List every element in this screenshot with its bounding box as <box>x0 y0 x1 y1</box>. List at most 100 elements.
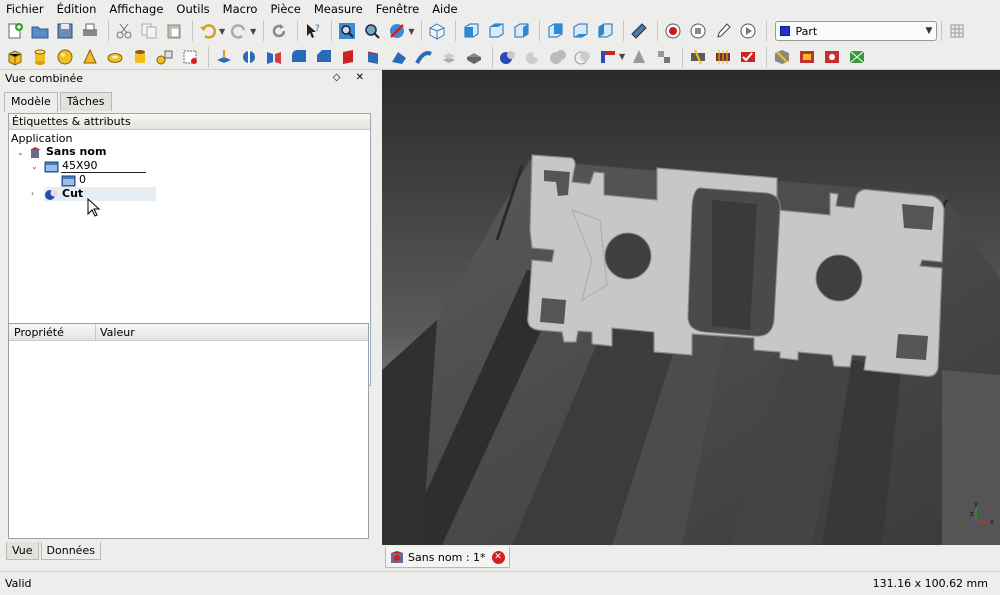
tree-item-45x90[interactable]: 45X90 <box>44 159 98 173</box>
cut-button[interactable] <box>113 20 135 42</box>
property-panel: Propriété Valeur <box>8 323 369 539</box>
view-left-button[interactable] <box>594 20 616 42</box>
collapse-arrow-icon[interactable]: › <box>31 189 34 198</box>
view-bottom-button[interactable] <box>569 20 591 42</box>
part-cylinder-button[interactable] <box>29 46 51 68</box>
expand-arrow-icon[interactable]: ⌄ <box>17 148 24 157</box>
view-right-button[interactable] <box>510 20 532 42</box>
part-torus-button[interactable] <box>104 46 126 68</box>
part-fuse-button[interactable] <box>547 46 569 68</box>
tab-model[interactable]: Modèle <box>4 92 58 112</box>
grid-toggle-button[interactable] <box>946 20 968 42</box>
close-tab-icon[interactable]: ✕ <box>491 550 505 564</box>
workbench-selector[interactable]: Part ▼ <box>775 21 938 41</box>
part-make-face-button[interactable] <box>338 46 360 68</box>
part-common-button[interactable] <box>572 46 594 68</box>
view-isometric-button[interactable] <box>426 20 448 42</box>
menu-affichage[interactable]: Affichage <box>109 2 163 16</box>
menu-piece[interactable]: Pièce <box>270 2 300 16</box>
part-mesh-button[interactable] <box>846 46 868 68</box>
dock-window-buttons[interactable]: ◇ ✕ <box>333 72 370 83</box>
document-tab[interactable]: Sans nom : 1* ✕ <box>385 547 510 568</box>
part-defeaturing-button[interactable] <box>771 46 793 68</box>
value-column-header[interactable]: Valeur <box>96 324 135 340</box>
shape-builder-icon <box>183 50 197 64</box>
tab-tasks[interactable]: Tâches <box>59 92 112 111</box>
part-join-button[interactable] <box>597 46 619 68</box>
part-shape-refine-button[interactable] <box>796 46 818 68</box>
undo-icon <box>200 24 217 39</box>
menu-aide[interactable]: Aide <box>432 2 457 16</box>
boolean-icon <box>500 50 515 64</box>
part-cone-button[interactable] <box>79 46 101 68</box>
part-sphere-button[interactable] <box>54 46 76 68</box>
view-rear-button[interactable] <box>544 20 566 42</box>
tube-primitive-icon <box>135 49 145 63</box>
tree-document[interactable]: Sans nom <box>28 145 106 159</box>
part-split-button[interactable] <box>628 46 650 68</box>
tree-item-0[interactable]: 0 <box>61 173 86 187</box>
macro-execute-button[interactable] <box>737 20 759 42</box>
undo-button[interactable] <box>197 20 219 42</box>
menu-fenetre[interactable]: Fenêtre <box>376 2 419 16</box>
part-mirror-button[interactable] <box>263 46 285 68</box>
ruler-icon <box>631 23 648 39</box>
paste-button[interactable] <box>163 20 185 42</box>
box-primitive-icon <box>8 49 22 66</box>
open-button[interactable] <box>29 20 51 42</box>
part-compound-button[interactable] <box>653 46 675 68</box>
part-check-geometry-button[interactable] <box>737 46 759 68</box>
view-front-button[interactable] <box>460 20 482 42</box>
property-column-header[interactable]: Propriété <box>9 324 96 340</box>
whats-this-button[interactable]: ? <box>302 20 324 42</box>
part-sweep-button[interactable] <box>413 46 435 68</box>
fit-selection-button[interactable] <box>361 20 383 42</box>
fit-all-button[interactable] <box>336 20 358 42</box>
refresh-button[interactable] <box>268 20 290 42</box>
save-button[interactable] <box>54 20 76 42</box>
folder-icon <box>44 161 59 172</box>
copy-button[interactable] <box>138 20 160 42</box>
part-shape-builder-button[interactable] <box>179 46 201 68</box>
part-box-button[interactable] <box>4 46 26 68</box>
menu-measure[interactable]: Measure <box>314 2 363 16</box>
part-thickness-button[interactable] <box>463 46 485 68</box>
menu-macro[interactable]: Macro <box>223 2 258 16</box>
part-chamfer-button[interactable] <box>313 46 335 68</box>
macro-edit-button[interactable] <box>712 20 734 42</box>
split-icon <box>633 49 646 63</box>
print-button[interactable] <box>79 20 101 42</box>
part-cross-sections-button[interactable] <box>712 46 734 68</box>
expand-arrow-icon[interactable]: ⌄ <box>31 162 38 171</box>
measure-distance-button[interactable] <box>628 20 650 42</box>
part-ruled-surface-button[interactable] <box>363 46 385 68</box>
part-tube-button[interactable] <box>129 46 151 68</box>
menu-outils[interactable]: Outils <box>176 2 209 16</box>
part-cut-button[interactable] <box>522 46 544 68</box>
part-section-button[interactable] <box>687 46 709 68</box>
tree-document-label: Sans nom <box>46 145 107 158</box>
part-fillet-button[interactable] <box>288 46 310 68</box>
part-revolve-button[interactable] <box>238 46 260 68</box>
draw-style-button[interactable] <box>386 20 408 42</box>
part-offset-button[interactable] <box>438 46 460 68</box>
redo-button[interactable] <box>228 20 250 42</box>
macro-record-button[interactable] <box>662 20 684 42</box>
make-face-icon <box>343 49 353 64</box>
status-bar: Valid 131.16 x 100.62 mm <box>0 571 1000 595</box>
boolean-common-icon <box>574 50 590 64</box>
tab-data[interactable]: Données <box>40 542 101 560</box>
macro-stop-button[interactable] <box>687 20 709 42</box>
part-boolean-button[interactable] <box>497 46 519 68</box>
part-extrude-button[interactable] <box>213 46 235 68</box>
3d-viewport[interactable]: y x z <box>382 70 1000 545</box>
part-loft-button[interactable] <box>388 46 410 68</box>
part-primitives-button[interactable] <box>154 46 176 68</box>
menu-edition[interactable]: Édition <box>57 2 97 16</box>
tree-item-label: Cut <box>62 187 84 200</box>
view-top-button[interactable] <box>485 20 507 42</box>
new-document-button[interactable] <box>4 20 26 42</box>
menu-fichier[interactable]: Fichier <box>6 2 44 16</box>
part-shape-from-mesh-button[interactable] <box>821 46 843 68</box>
tab-view[interactable]: Vue <box>6 542 39 560</box>
